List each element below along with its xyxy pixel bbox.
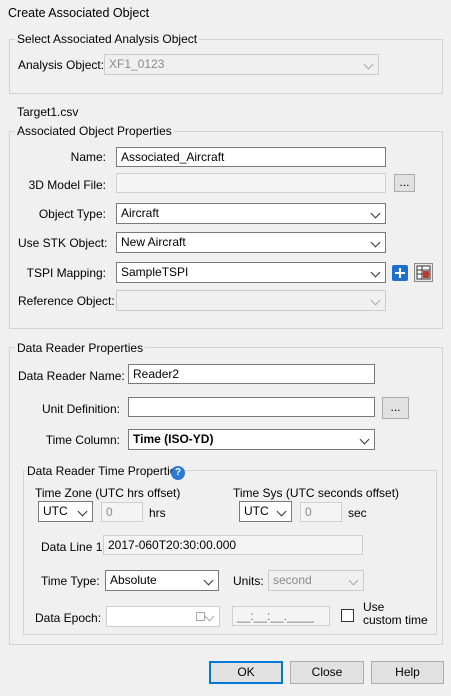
chevron-down-icon bbox=[276, 506, 288, 518]
unit-definition-field[interactable] bbox=[128, 397, 375, 417]
units-select[interactable]: second bbox=[268, 570, 364, 591]
time-type-select[interactable]: Absolute bbox=[105, 570, 219, 591]
time-type-value: Absolute bbox=[110, 573, 157, 587]
select-analysis-group-title: Select Associated Analysis Object bbox=[15, 32, 200, 46]
window-title: Create Associated Object bbox=[8, 6, 150, 20]
object-type-value: Aircraft bbox=[121, 206, 160, 220]
model-file-field[interactable] bbox=[116, 173, 386, 193]
time-sys-offset-value: 0 bbox=[305, 505, 312, 519]
close-button[interactable]: Close bbox=[290, 661, 364, 684]
analysis-object-label: Analysis Object: bbox=[18, 58, 105, 72]
use-custom-time-checkbox[interactable] bbox=[341, 609, 354, 622]
object-type-select[interactable]: Aircraft bbox=[116, 203, 386, 224]
time-zone-offset-spinner[interactable]: 0 bbox=[101, 502, 143, 522]
name-field[interactable]: Associated_Aircraft bbox=[116, 147, 386, 167]
time-zone-label: Time Zone (UTC hrs offset) bbox=[35, 486, 181, 500]
units-value: second bbox=[273, 573, 312, 587]
chevron-down-icon bbox=[363, 59, 375, 71]
chevron-down-icon bbox=[370, 237, 382, 249]
ok-button[interactable]: OK bbox=[209, 661, 283, 684]
sec-label: sec bbox=[348, 506, 367, 520]
time-sys-value: UTC bbox=[244, 504, 269, 518]
use-custom-time-label-line2: custom time bbox=[363, 613, 428, 627]
chevron-down-icon bbox=[359, 434, 371, 446]
time-group-title: Data Reader Time Properties bbox=[25, 464, 185, 478]
units-label: Units: bbox=[233, 574, 264, 588]
object-type-label: Object Type: bbox=[38, 207, 106, 221]
properties-group-title: Associated Object Properties bbox=[15, 124, 174, 138]
data-epoch-label: Data Epoch: bbox=[35, 611, 102, 625]
data-epoch-picker[interactable] bbox=[106, 606, 220, 627]
data-line-label: Data Line 1: bbox=[41, 540, 106, 554]
unit-definition-label: Unit Definition: bbox=[41, 402, 120, 416]
chevron-down-icon bbox=[370, 267, 382, 279]
tspi-mapping-label: TSPI Mapping: bbox=[26, 266, 106, 280]
tspi-mapping-editor-icon[interactable] bbox=[414, 263, 433, 282]
chevron-down-icon bbox=[370, 295, 382, 307]
time-sys-label: Time Sys (UTC seconds offset) bbox=[233, 486, 400, 500]
time-column-label: Time Column: bbox=[45, 433, 120, 447]
file-name-label: Target1.csv bbox=[17, 105, 79, 119]
tspi-mapping-select[interactable]: SampleTSPI bbox=[116, 262, 386, 283]
model-file-label: 3D Model File: bbox=[28, 178, 106, 192]
chevron-down-icon bbox=[204, 611, 216, 623]
help-button[interactable]: Help bbox=[371, 661, 444, 684]
unit-definition-browse-button[interactable]: ... bbox=[382, 397, 409, 419]
chevron-down-icon bbox=[348, 575, 360, 587]
time-type-label: Time Type: bbox=[41, 574, 100, 588]
time-zone-value: UTC bbox=[43, 504, 68, 518]
time-sys-offset-spinner[interactable]: 0 bbox=[300, 502, 342, 522]
chevron-down-icon bbox=[370, 208, 382, 220]
use-stk-object-select[interactable]: New Aircraft bbox=[116, 232, 386, 253]
tspi-mapping-value: SampleTSPI bbox=[121, 265, 189, 279]
analysis-object-select[interactable]: XF1_0123 bbox=[104, 54, 379, 75]
use-custom-time-label-line1: Use bbox=[363, 600, 385, 614]
reference-object-label: Reference Object: bbox=[18, 294, 115, 308]
model-file-browse-button[interactable]: ... bbox=[394, 174, 415, 192]
hrs-label: hrs bbox=[149, 506, 166, 520]
use-stk-object-label: Use STK Object: bbox=[18, 236, 108, 250]
time-zone-select[interactable]: UTC bbox=[38, 501, 93, 522]
time-sys-select[interactable]: UTC bbox=[239, 501, 292, 522]
time-zone-offset-value: 0 bbox=[106, 505, 113, 519]
data-line-field: 2017-060T20:30:00.000 bbox=[103, 535, 363, 555]
use-stk-object-value: New Aircraft bbox=[121, 235, 186, 249]
chevron-down-icon bbox=[77, 506, 89, 518]
spinner-arrows-icon bbox=[329, 503, 341, 521]
help-icon[interactable]: ? bbox=[171, 466, 185, 480]
reference-object-select[interactable] bbox=[116, 290, 386, 311]
analysis-object-value: XF1_0123 bbox=[109, 57, 165, 71]
reader-name-label: Data Reader Name: bbox=[18, 369, 125, 383]
name-label: Name: bbox=[70, 150, 106, 164]
custom-time-field[interactable]: __:__:__.____ bbox=[232, 606, 330, 626]
reader-group-title: Data Reader Properties bbox=[15, 341, 146, 355]
time-column-select[interactable]: Time (ISO-YD) bbox=[128, 429, 375, 450]
reader-name-field[interactable]: Reader2 bbox=[128, 364, 375, 384]
add-tspi-mapping-icon[interactable] bbox=[392, 265, 408, 281]
spinner-arrows-icon bbox=[130, 503, 142, 521]
time-column-value: Time (ISO-YD) bbox=[133, 432, 214, 446]
chevron-down-icon bbox=[203, 575, 215, 587]
